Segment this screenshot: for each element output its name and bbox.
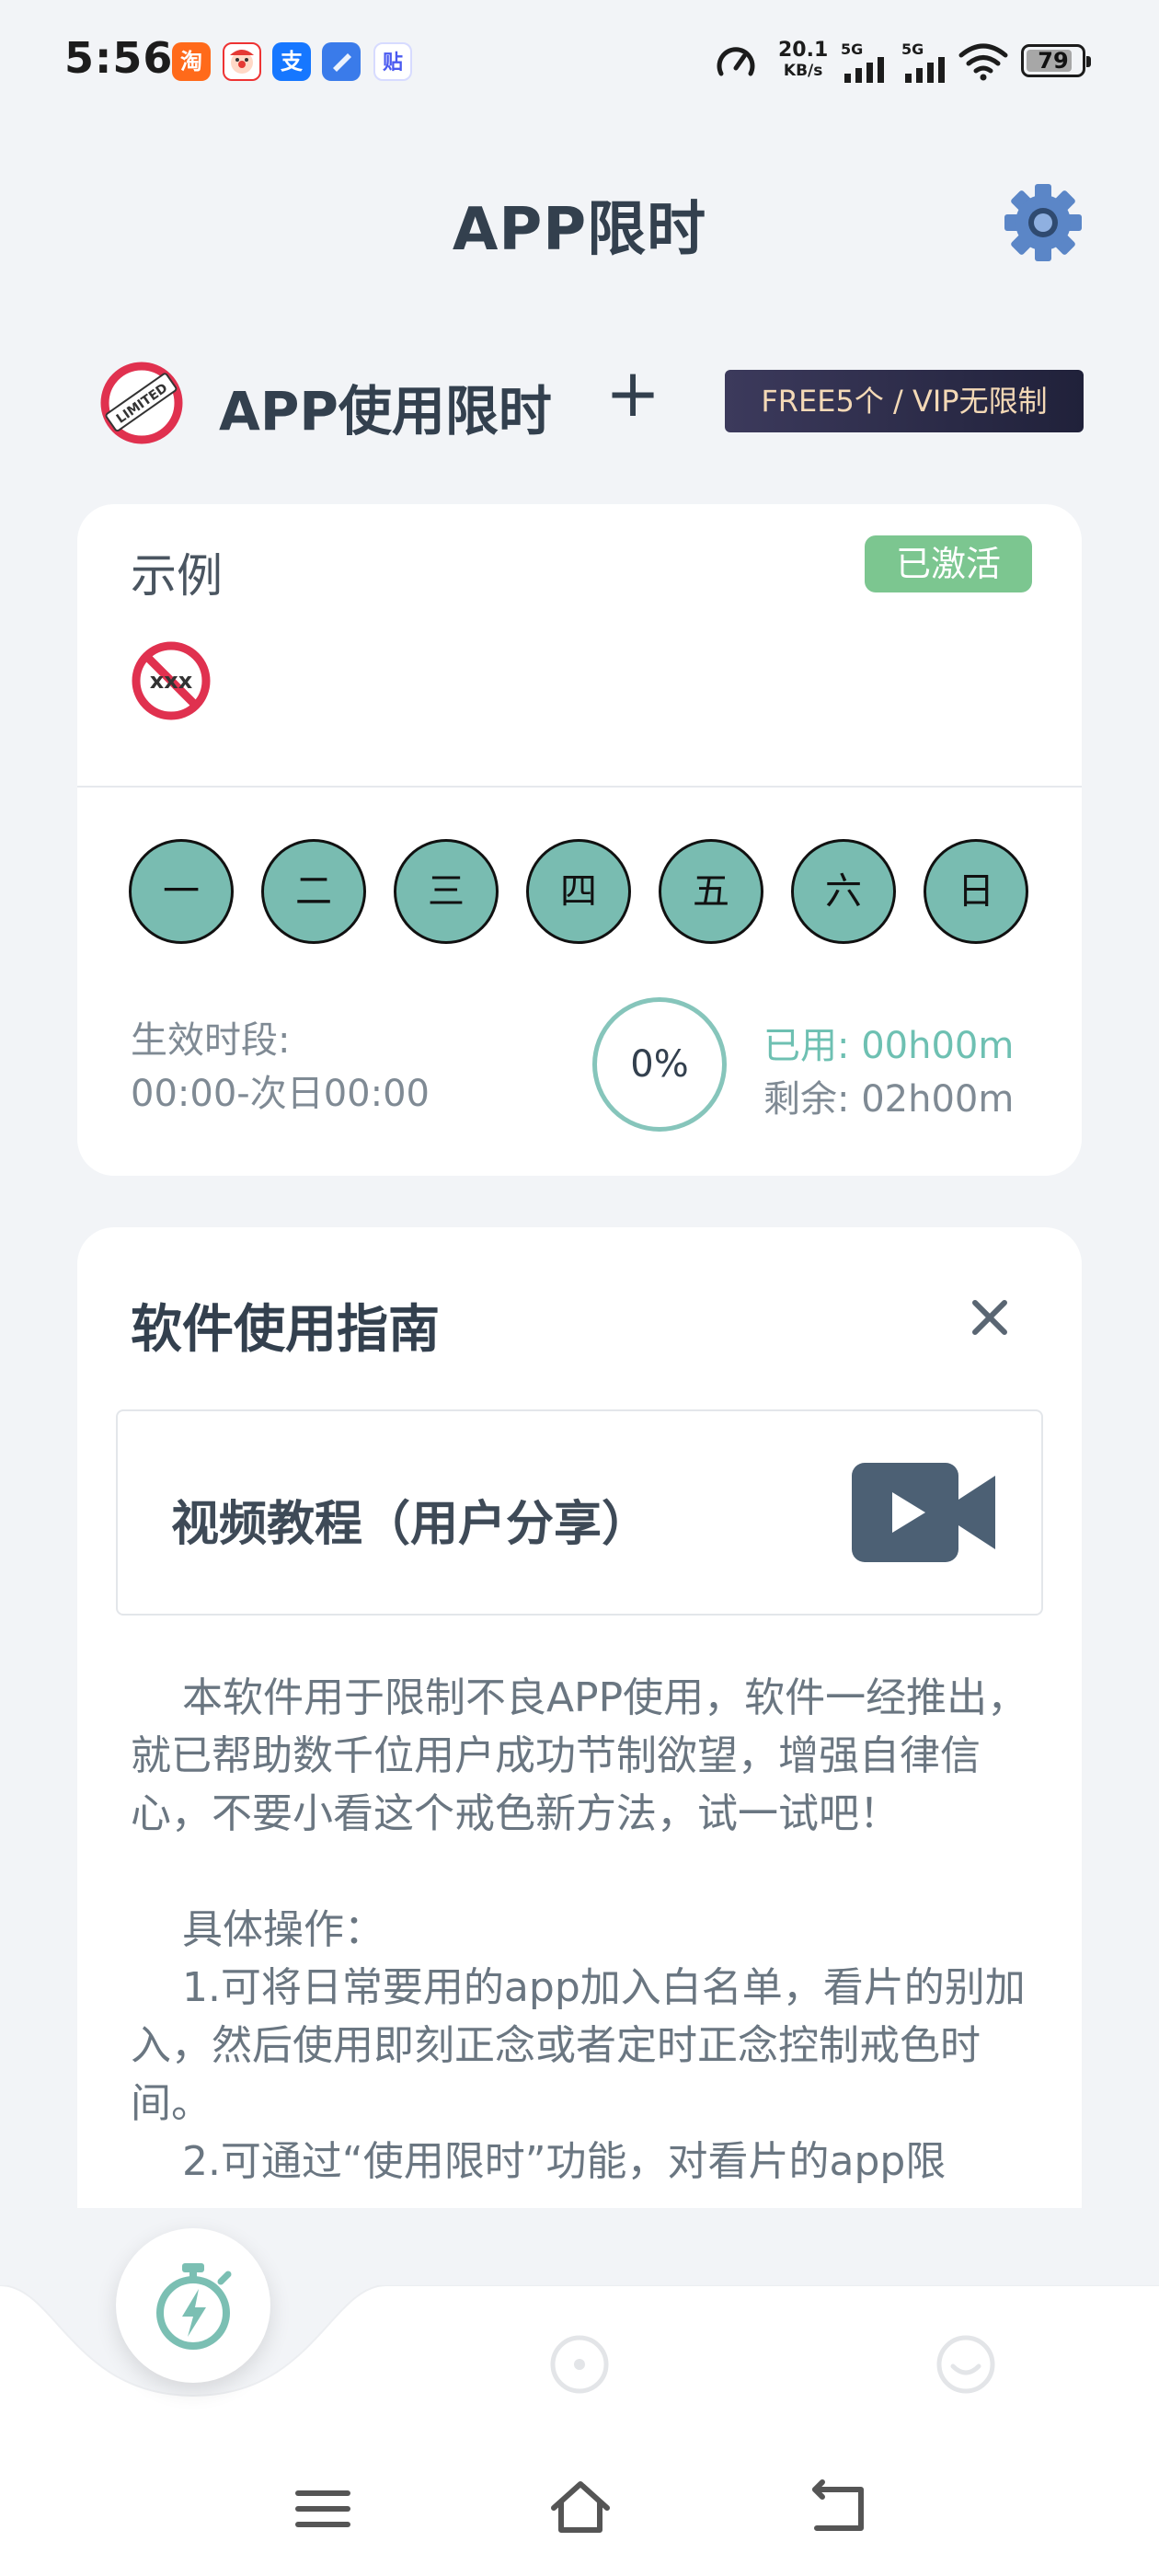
card-name: 示例: [131, 549, 223, 603]
network-speed: 20.1 KB/s: [778, 39, 829, 81]
status-bar: 5:56 淘 支 贴 20.1 KB/s 5G 5G 79: [0, 0, 1159, 120]
blue-app-icon: [322, 42, 361, 81]
plan-badge[interactable]: FREE5个 / VIP无限制: [725, 370, 1084, 432]
period-label: 生效时段:: [131, 1019, 291, 1062]
menu-icon[interactable]: [291, 2477, 355, 2541]
add-limit-button[interactable]: +: [600, 360, 666, 429]
clown-game-icon: [223, 42, 261, 81]
focus-icon[interactable]: [548, 2333, 611, 2396]
timer-tab-button[interactable]: [116, 2228, 270, 2383]
day-sunday[interactable]: 日: [924, 839, 1028, 944]
wifi-icon: [958, 43, 1008, 81]
signal-strength-2: 5G: [901, 40, 953, 83]
speedometer-icon: [717, 47, 755, 76]
close-icon[interactable]: [966, 1294, 1014, 1341]
taobao-icon: 淘: [172, 42, 211, 81]
day-friday[interactable]: 五: [659, 839, 763, 944]
home-icon[interactable]: [548, 2477, 613, 2541]
video-tutorial-button[interactable]: 视频教程（用户分享）: [116, 1409, 1043, 1616]
video-camera-icon: [852, 1463, 995, 1562]
timer-icon: [156, 2263, 232, 2350]
activated-badge: 已激活: [865, 535, 1032, 592]
guide-description: 本软件用于限制不良APP使用，软件一经推出，就已帮助数千位用户成功节制欲望，增强…: [131, 1674, 1028, 2185]
page-title: APP限时: [452, 196, 707, 264]
blocked-app-icon: xxx: [132, 641, 211, 720]
usage-progress-ring: 0%: [592, 997, 727, 1132]
limited-logo-icon: LIMITED: [100, 362, 183, 444]
day-monday[interactable]: 一: [129, 839, 234, 944]
period-value: 00:00-次日00:00: [131, 1073, 430, 1115]
remaining-time: 剩余: 02h00m: [763, 1078, 1015, 1121]
settings-gear-icon[interactable]: [1001, 180, 1085, 265]
video-tutorial-label: 视频教程（用户分享）: [171, 1497, 650, 1552]
battery-indicator: 79: [1021, 44, 1091, 77]
used-time: 已用: 00h00m: [763, 1025, 1015, 1067]
day-wednesday[interactable]: 三: [394, 839, 499, 944]
tieba-icon: 贴: [373, 42, 412, 81]
alipay-icon: 支: [272, 42, 311, 81]
example-limit-card[interactable]: 示例 已激活 xxx 一 二 三 四 五 六 日 生效时段: 00:00-次日0…: [77, 504, 1082, 1176]
day-tuesday[interactable]: 二: [261, 839, 366, 944]
day-thursday[interactable]: 四: [526, 839, 631, 944]
back-icon[interactable]: [806, 2477, 870, 2541]
svg-text:xxx: xxx: [150, 668, 193, 694]
app-limit-title: APP使用限时: [219, 380, 552, 443]
signal-strength-1: 5G: [841, 40, 892, 83]
guide-title: 软件使用指南: [131, 1300, 440, 1360]
status-time: 5:56: [64, 33, 174, 83]
smile-icon[interactable]: [935, 2333, 997, 2396]
card-divider: [77, 786, 1082, 788]
day-saturday[interactable]: 六: [791, 839, 896, 944]
usage-guide-card: 软件使用指南 视频教程（用户分享） 本软件用于限制不良APP使用，软件一经推出，…: [77, 1227, 1082, 2208]
